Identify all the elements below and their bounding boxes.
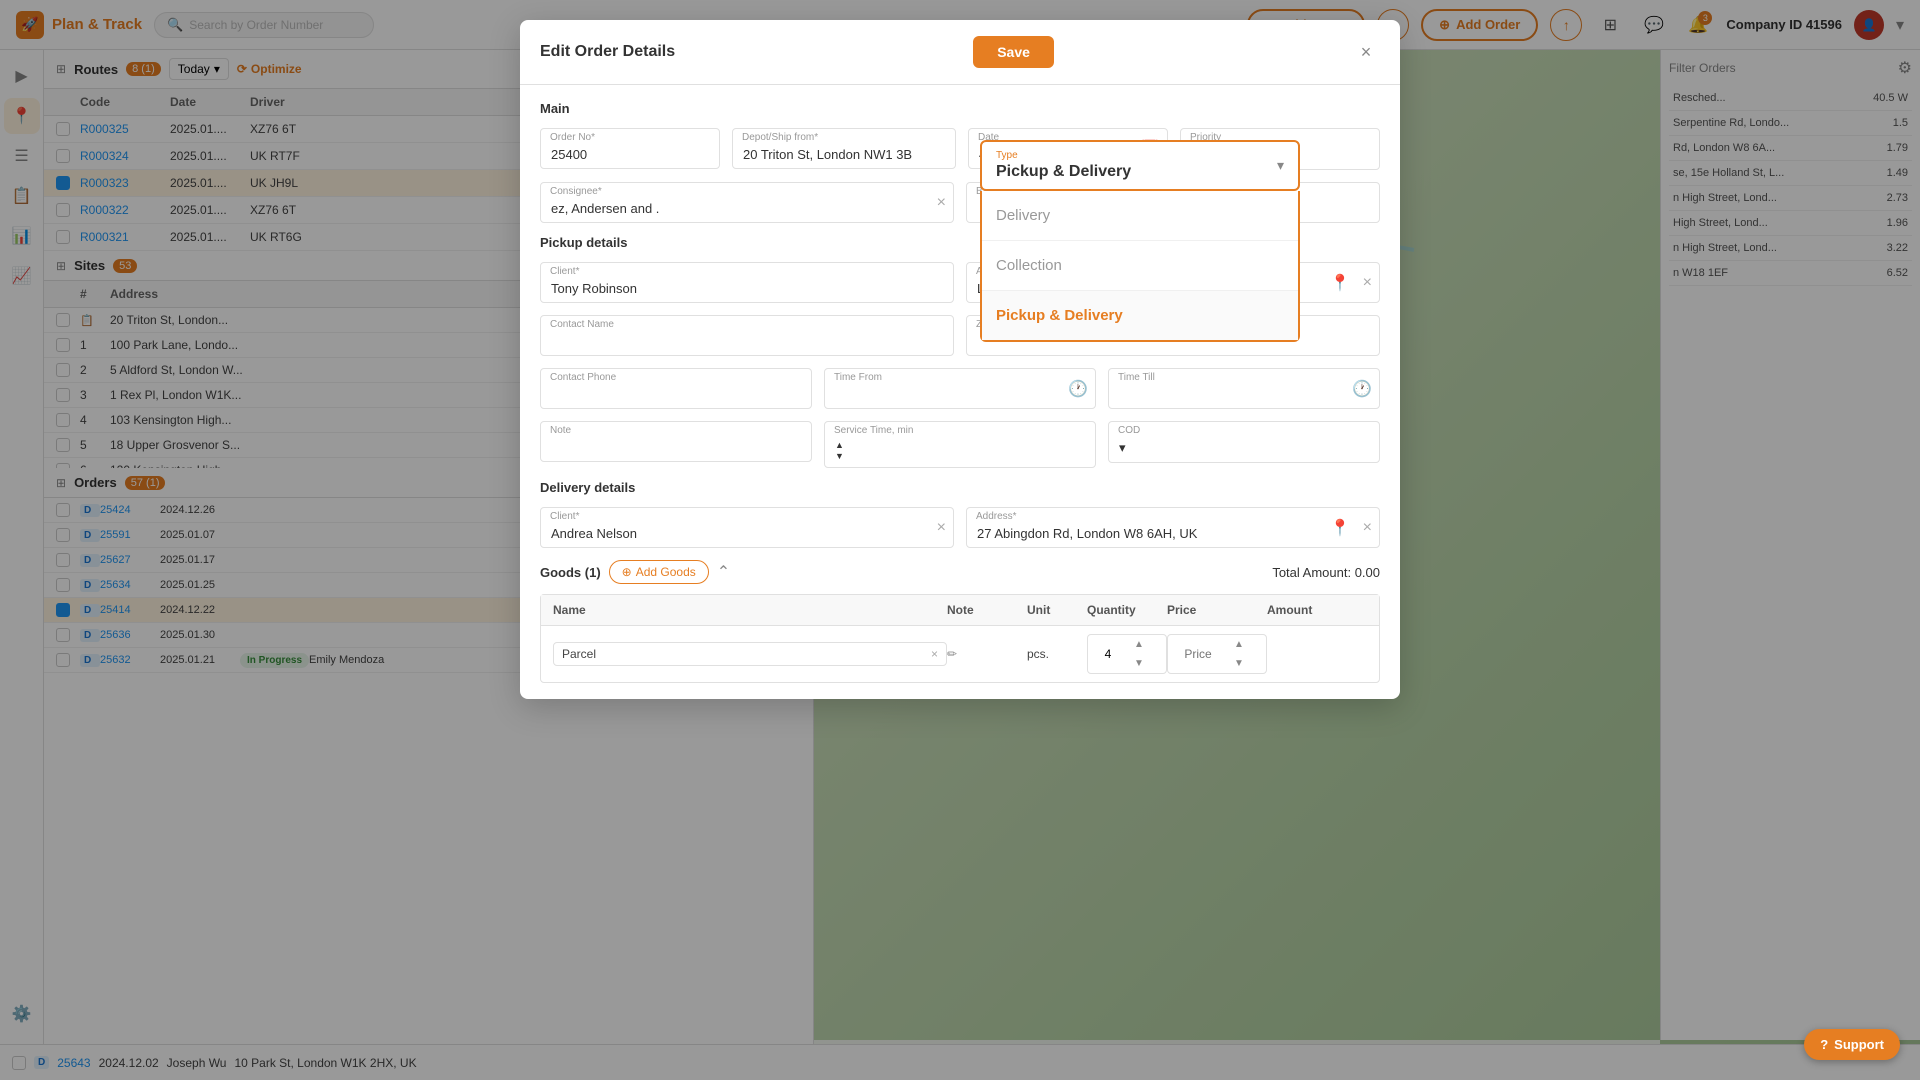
delivery-location-icon[interactable]: 📍 [1330, 518, 1350, 538]
note-field: Note [540, 421, 812, 468]
pickup-location-icon[interactable]: 📍 [1330, 273, 1350, 293]
goods-table-header: Name Note Unit Quantity Price Amount [541, 595, 1379, 626]
qty-up-button[interactable]: ▲ [1128, 635, 1150, 654]
modal-save-button[interactable]: Save [973, 36, 1054, 68]
modal-overlay[interactable]: Edit Order Details Save × Main Order No*… [0, 0, 1920, 1080]
type-option-collection[interactable]: Collection [982, 241, 1298, 291]
goods-table: Name Note Unit Quantity Price Amount Par… [540, 594, 1380, 683]
qty-down-button[interactable]: ▼ [1128, 654, 1150, 673]
col-unit: Unit [1027, 603, 1087, 617]
type-dropdown-list: Delivery Collection Pickup & Delivery [980, 191, 1300, 342]
edit-order-modal: Edit Order Details Save × Main Order No*… [520, 20, 1400, 699]
quantity-stepper[interactable]: ▲ ▼ [1128, 635, 1150, 673]
delivery-address-input[interactable] [966, 507, 1380, 548]
main-section-title: Main [540, 101, 1380, 116]
quantity-control: ▲ ▼ [1087, 634, 1167, 674]
col-note: Note [947, 603, 1027, 617]
order-no-field: Order No* [540, 128, 720, 170]
col-price: Price [1167, 603, 1267, 617]
price-stepper[interactable]: ▲ ▼ [1228, 635, 1250, 673]
type-label: Type [996, 150, 1131, 161]
contact-phone-field: Contact Phone [540, 368, 812, 409]
service-time-stepper[interactable]: ▲ ▼ [835, 440, 1085, 461]
modal-body: Main Order No* Depot/Ship from* Date 📅 P… [520, 85, 1400, 699]
goods-title-area: Goods (1) ⊕ Add Goods ⌃ [540, 560, 730, 584]
cod-select[interactable]: ▾ [1108, 421, 1380, 463]
time-till-clock-icon[interactable]: 🕐 [1352, 379, 1372, 399]
consignee-field: Consignee* × [540, 182, 954, 223]
type-selected-value: Pickup & Delivery [996, 163, 1131, 180]
parcel-name: Parcel [562, 647, 596, 661]
consignee-input[interactable] [540, 182, 954, 223]
clear-consignee-icon[interactable]: × [937, 194, 946, 212]
plus-icon: ⊕ [622, 565, 632, 579]
goods-name-field: Parcel × [553, 642, 947, 666]
time-from-field: Time From 🕐 [824, 368, 1096, 409]
pickup-client-field: Client* [540, 262, 954, 303]
type-dropdown-trigger[interactable]: Type Pickup & Delivery ▾ [980, 140, 1300, 191]
clear-delivery-address-icon[interactable]: × [1363, 519, 1372, 537]
col-amount: Amount [1267, 603, 1367, 617]
modal-header: Edit Order Details Save × [520, 20, 1400, 85]
price-input[interactable] [1168, 643, 1228, 665]
col-quantity: Quantity [1087, 603, 1167, 617]
goods-unit-value: pcs. [1027, 647, 1087, 661]
note-service-cod-row: Note Service Time, min ▲ ▼ COD [540, 421, 1380, 468]
support-icon: ? [1820, 1037, 1828, 1052]
modal-close-button[interactable]: × [1352, 38, 1380, 66]
type-chevron-icon: ▾ [1277, 157, 1284, 174]
depot-field: Depot/Ship from* [732, 128, 956, 170]
time-till-field: Time Till 🕐 [1108, 368, 1380, 409]
price-up-button[interactable]: ▲ [1228, 635, 1250, 654]
goods-price-field: ▲ ▼ [1167, 634, 1267, 674]
goods-note-field[interactable]: ✏ [947, 647, 1027, 661]
delivery-client-input[interactable] [540, 507, 954, 548]
goods-section-header: Goods (1) ⊕ Add Goods ⌃ Total Amount: 0.… [540, 560, 1380, 584]
delivery-client-row: Client* × Address* × 📍 [540, 507, 1380, 548]
clear-delivery-client-icon[interactable]: × [937, 519, 946, 537]
modal-title: Edit Order Details [540, 43, 675, 61]
delivery-client-field: Client* × [540, 507, 954, 548]
type-dropdown-container: Type Pickup & Delivery ▾ Delivery Collec… [980, 140, 1300, 342]
quantity-input[interactable] [1088, 643, 1128, 665]
price-control: ▲ ▼ [1167, 634, 1267, 674]
time-from-clock-icon[interactable]: 🕐 [1068, 379, 1088, 399]
delivery-section-title: Delivery details [540, 480, 1380, 495]
collapse-goods-button[interactable]: ⌃ [717, 562, 730, 582]
add-goods-button[interactable]: ⊕ Add Goods [609, 560, 709, 584]
goods-table-row: Parcel × ✏ pcs. ▲ ▼ [541, 626, 1379, 682]
clear-pickup-address-icon[interactable]: × [1363, 274, 1372, 292]
cod-chevron-icon: ▾ [1119, 440, 1126, 455]
pickup-client-input[interactable] [540, 262, 954, 303]
cod-field: COD ▾ [1108, 421, 1380, 468]
col-name: Name [553, 603, 947, 617]
service-time-field: Service Time, min ▲ ▼ [824, 421, 1096, 468]
pickup-phone-time-row: Contact Phone Time From 🕐 Time Till 🕐 [540, 368, 1380, 409]
contact-name-field: Contact Name [540, 315, 954, 356]
type-option-delivery[interactable]: Delivery [982, 191, 1298, 241]
type-option-pickup-delivery[interactable]: Pickup & Delivery [982, 291, 1298, 340]
total-amount-label: Total Amount: 0.00 [1272, 565, 1380, 580]
delivery-address-field: Address* × 📍 [966, 507, 1380, 548]
price-down-button[interactable]: ▼ [1228, 654, 1250, 673]
clear-goods-icon[interactable]: × [931, 647, 938, 661]
support-button[interactable]: ? Support [1804, 1029, 1900, 1060]
goods-title: Goods (1) [540, 565, 601, 580]
type-dropdown-value-container: Type Pickup & Delivery [996, 150, 1131, 181]
note-input[interactable] [540, 421, 812, 462]
